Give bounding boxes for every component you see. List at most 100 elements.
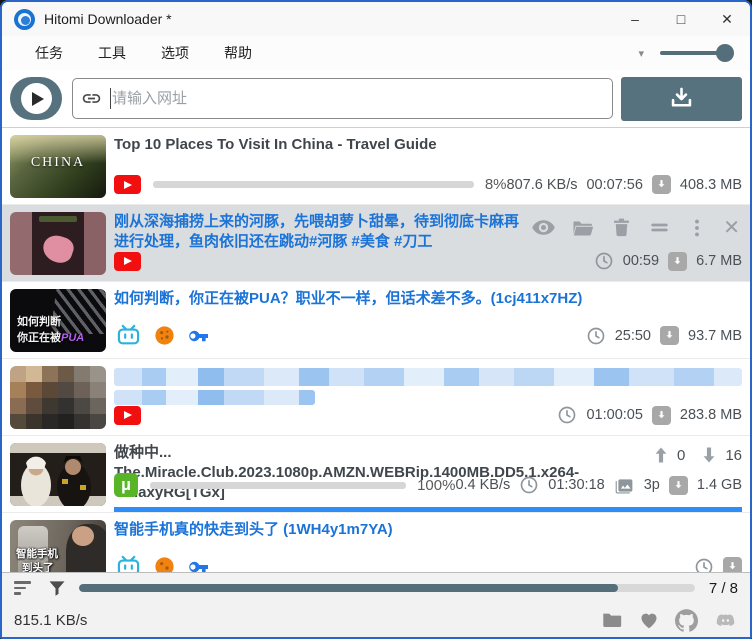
youtube-icon: [114, 175, 141, 194]
download-title: 智能手机真的快走到头了 (1WH4y1m7YA): [114, 520, 742, 540]
play-icon: [21, 83, 52, 114]
download-icon: [668, 85, 695, 112]
title-bar: Hitomi Downloader * – □ ✕: [2, 2, 750, 36]
download-row-selected[interactable]: 刚从深海捕捞上来的河豚，先喂胡萝卜甜晕，待到彻底卡麻再进行处理，鱼肉依旧还在跳动…: [2, 205, 750, 282]
row-actions: ✕: [531, 215, 740, 240]
text-caret: [110, 88, 111, 109]
total-speed: 815.1 KB/s: [14, 612, 87, 629]
menu-tasks[interactable]: 任务: [22, 38, 76, 68]
duration: 25:50: [615, 328, 651, 344]
start-queue-button[interactable]: [10, 77, 62, 120]
video-thumbnail: 智能手机 到头了: [10, 520, 106, 572]
size-download-icon: [660, 326, 679, 345]
delete-trash-icon[interactable]: [610, 216, 633, 239]
file-size: 1.4 GB: [697, 477, 742, 493]
link-icon: [81, 88, 102, 109]
menu-help[interactable]: 帮助: [211, 38, 265, 68]
bilibili-icon: [114, 554, 143, 572]
minimize-button[interactable]: –: [612, 2, 658, 36]
download-button[interactable]: [621, 77, 742, 121]
video-thumbnail: 如何判断 你正在被PUA: [10, 289, 106, 352]
window-controls: – □ ✕: [612, 2, 750, 36]
redacted-title-line: [114, 368, 742, 386]
clock-icon: [694, 557, 714, 573]
download-row[interactable]: 做种中... The.Miracle.Club.2023.1080p.AMZN.…: [2, 436, 750, 513]
filter-funnel-icon[interactable]: [47, 578, 67, 598]
seed-peer-counts: 0 16: [651, 445, 742, 465]
progress-bar: [150, 482, 406, 489]
download-title: 刚从深海捕捞上来的河豚，先喂胡萝卜甜晕，待到彻底卡麻再进行处理，鱼肉依旧还在跳动…: [114, 212, 532, 252]
youtube-icon: [114, 252, 141, 271]
app-logo-icon: [14, 9, 35, 30]
leechers-count: 16: [725, 447, 742, 464]
download-title: 如何判断，你正在被PUA？职业不一样，但话术差不多。(1cj411x7HZ): [114, 289, 742, 309]
duration: 01:30:18: [548, 477, 604, 493]
size-download-icon: [652, 175, 671, 194]
leechers-down-icon: [699, 445, 719, 465]
download-speed: 807.6 KB/s: [507, 177, 578, 193]
video-thumbnail: CHINA: [10, 135, 106, 198]
download-row-redacted[interactable]: 01:00:05 283.8 MB: [2, 359, 750, 436]
download-list: CHINA Top 10 Places To Visit In China - …: [2, 128, 750, 572]
file-size: 93.7 MB: [688, 328, 742, 344]
menu-options[interactable]: 选项: [148, 38, 202, 68]
video-thumbnail: [10, 212, 106, 275]
size-download-icon: [723, 557, 742, 572]
queue-count: 7 / 8: [709, 580, 738, 597]
key-icon: [186, 324, 210, 348]
clock-icon: [586, 326, 606, 346]
app-window: Hitomi Downloader * – □ ✕ 任务 工具 选项 帮助 ▾: [0, 0, 752, 639]
github-icon[interactable]: [675, 609, 698, 632]
equals-pause-icon[interactable]: [648, 216, 671, 239]
sort-icon[interactable]: [14, 581, 31, 595]
file-size: 283.8 MB: [680, 407, 742, 423]
video-thumbnail-pixelated: [10, 366, 106, 429]
maximize-button[interactable]: □: [658, 2, 704, 36]
url-input-container[interactable]: [72, 78, 613, 119]
utorrent-icon: µ: [114, 473, 138, 497]
progress-label: 8%: [485, 176, 507, 193]
time-remaining: 00:07:56: [586, 177, 642, 193]
download-title: Top 10 Places To Visit In China - Travel…: [114, 135, 742, 155]
speed-limit-slider[interactable]: [660, 45, 732, 61]
kebab-menu-icon[interactable]: [686, 217, 708, 239]
discord-icon[interactable]: [713, 610, 738, 631]
slider-thumb[interactable]: [716, 44, 734, 62]
size-download-icon: [652, 406, 671, 425]
pages-count: 3p: [644, 477, 660, 493]
download-row[interactable]: 如何判断 你正在被PUA 如何判断，你正在被PUA？职业不一样，但话术差不多。(…: [2, 282, 750, 359]
duration: 01:00:05: [586, 407, 642, 423]
clock-icon: [557, 405, 577, 425]
seeders-count: 0: [677, 447, 685, 464]
pages-image-icon: [614, 475, 635, 496]
clock-icon: [594, 251, 614, 271]
download-row[interactable]: 智能手机 到头了 智能手机真的快走到头了 (1WH4y1m7YA): [2, 513, 750, 572]
cookie-icon: [153, 555, 176, 572]
key-icon: [186, 555, 210, 573]
remove-row-icon[interactable]: ✕: [723, 215, 740, 240]
redacted-title-line: [114, 390, 315, 405]
donate-heart-icon[interactable]: [638, 609, 660, 631]
progress-label: 100%: [417, 477, 455, 494]
download-speed: 0.4 KB/s: [455, 477, 510, 493]
queue-progress-bar: [79, 584, 695, 592]
open-folder-icon[interactable]: [571, 216, 595, 240]
window-title: Hitomi Downloader *: [44, 11, 172, 27]
chevron-down-icon[interactable]: ▾: [634, 47, 660, 60]
progress-bar: [153, 181, 474, 188]
clock-icon: [519, 475, 539, 495]
duration: 00:59: [623, 253, 659, 269]
video-thumbnail: [10, 443, 106, 506]
size-download-icon: [669, 476, 688, 495]
url-input[interactable]: [112, 90, 604, 107]
seeders-up-icon: [651, 445, 671, 465]
youtube-icon: [114, 406, 141, 425]
status-bar: 7 / 8 815.1 KB/s: [2, 572, 750, 637]
download-row[interactable]: CHINA Top 10 Places To Visit In China - …: [2, 128, 750, 205]
file-size: 408.3 MB: [680, 177, 742, 193]
close-button[interactable]: ✕: [704, 2, 750, 36]
preview-eye-icon[interactable]: [531, 215, 556, 240]
menu-tools[interactable]: 工具: [85, 38, 139, 68]
size-download-icon: [668, 252, 687, 271]
downloads-folder-icon[interactable]: [601, 609, 623, 631]
